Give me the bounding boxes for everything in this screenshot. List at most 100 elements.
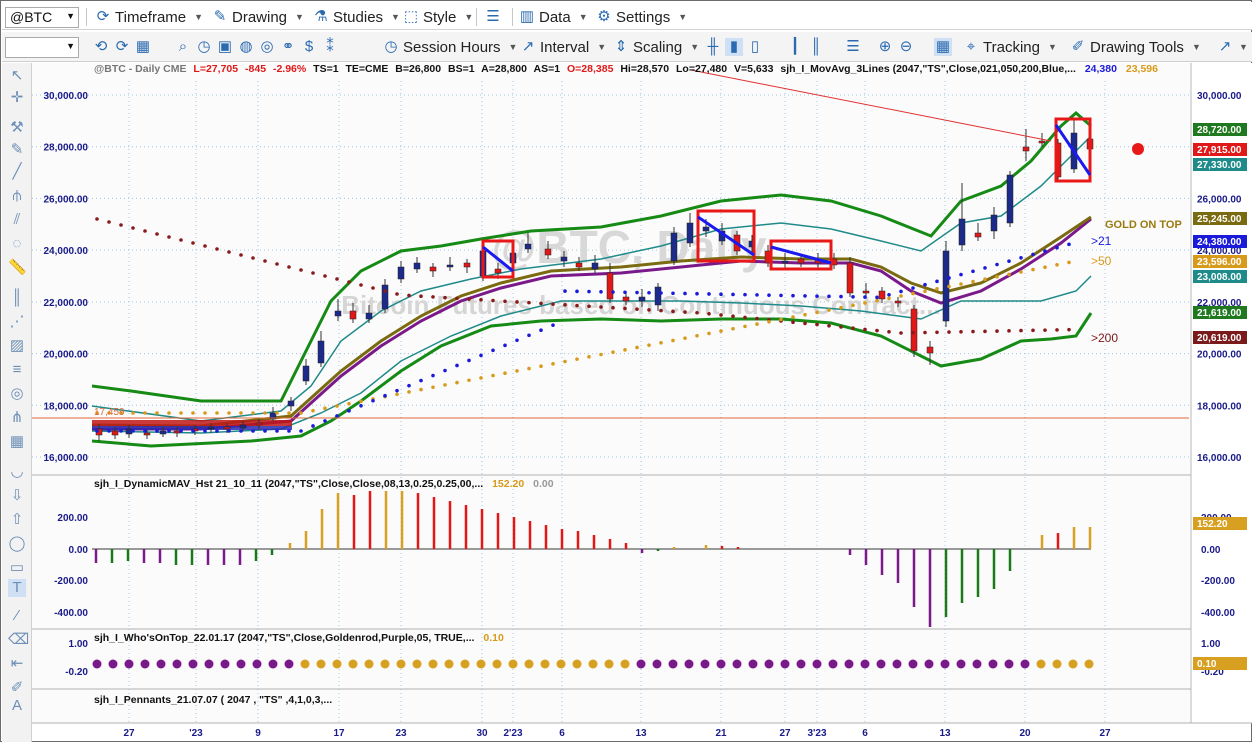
candle-body [575, 262, 583, 268]
ma50-dot [359, 399, 363, 404]
ma50-dot [803, 312, 807, 317]
whos-on-top-dot [268, 659, 278, 669]
ma21-dot [443, 368, 447, 373]
chart-canvas[interactable]: @BTC, Daily Bitcoin Futures based on Con… [1, 1, 1252, 743]
ma21-dot [167, 429, 171, 433]
ma21-dot [215, 429, 219, 433]
left-price-tick: 22,000.00 [44, 298, 89, 309]
ma200-dot [683, 310, 687, 314]
candle-body [159, 430, 167, 435]
ma200-dot [587, 304, 591, 309]
ma200-dot [287, 265, 291, 269]
ma21-dot [779, 293, 783, 298]
whos-on-top-dot [796, 659, 806, 669]
candle-body [463, 262, 471, 268]
date-tick: 27 [779, 728, 791, 739]
ma21-dot [815, 294, 819, 298]
ma21-dot [239, 429, 243, 433]
ma200-dot [1067, 327, 1071, 332]
mav-left-tick: 0.00 [69, 545, 89, 556]
ma21-dot [611, 290, 615, 294]
ma21-dot [347, 409, 351, 413]
ma50-dot [227, 411, 231, 415]
ma21-dot [407, 383, 411, 388]
whos-on-top-dot [812, 659, 822, 669]
date-tick: 6 [862, 728, 868, 739]
price-tag-label: 23,596.00 [1197, 257, 1242, 268]
ma200-dot [563, 303, 567, 307]
price-tag-label: 21,619.00 [1197, 308, 1242, 319]
ma50-dot [599, 352, 603, 357]
ma21-dot [755, 293, 759, 297]
ma200-dot [659, 308, 663, 313]
whos-on-top-dot [668, 659, 678, 669]
ma200-dot [491, 298, 495, 303]
ma21-dot [1043, 249, 1047, 253]
whos-on-top-dot [540, 659, 550, 669]
ma50-dot [431, 385, 435, 390]
ma200-dot [515, 300, 519, 304]
candle-body [302, 365, 310, 382]
candle-body [544, 248, 552, 256]
whos-on-top-dot [1020, 659, 1030, 669]
price-level-label: 17,459 [94, 407, 125, 418]
ma200-dot [1055, 328, 1059, 332]
whos-on-top-dot [428, 659, 438, 669]
ma21-dot [275, 429, 279, 433]
whos-on-top-dot [188, 659, 198, 669]
ma50-dot [479, 376, 483, 380]
whos-on-top-dot [252, 659, 262, 669]
ma21-dot [1055, 245, 1059, 250]
ma50-dot [263, 411, 267, 415]
ma50-dot [251, 411, 255, 415]
ma21-dot [575, 289, 579, 294]
ma21-dot [371, 398, 375, 403]
ma21-dot [959, 272, 963, 277]
ma21-dot [1031, 252, 1035, 257]
ma200-dot [959, 330, 963, 334]
ma21-dot [731, 292, 735, 297]
ma50-dot [731, 326, 735, 331]
ma200-dot [371, 286, 375, 290]
ma50-dot [947, 284, 951, 289]
pennants-title: sjh_I_Pennants_21.07.07 ( 2047 , "TS" ,4… [94, 694, 332, 706]
right-price-tick: 20,000.00 [1197, 350, 1242, 361]
ma200-dot [263, 259, 267, 263]
ma21-dot [419, 378, 423, 383]
ma200-dot [743, 315, 747, 320]
whos-on-top-dot [1068, 659, 1078, 669]
date-tick: 2'23 [503, 728, 523, 739]
ma50-label: >50 [1091, 254, 1112, 268]
right-price-tick: 30,000.00 [1197, 91, 1242, 102]
ma21-dot [1007, 259, 1011, 263]
ma50-dot [923, 289, 927, 294]
ma200-dot [1007, 329, 1011, 333]
ma21-dot [947, 276, 951, 280]
candle-body [606, 272, 614, 300]
ma21-dot [899, 289, 903, 294]
ma50-dot [779, 317, 783, 322]
whos-on-top-dot [604, 659, 614, 669]
alert-marker[interactable] [1132, 143, 1144, 155]
ma200-dot [155, 232, 159, 236]
ma21-dot [599, 290, 603, 294]
ma50-dot [863, 301, 867, 305]
candle-body [111, 430, 119, 436]
ma50-dot [239, 411, 243, 415]
ma21-dot [743, 292, 747, 297]
ma200-dot [815, 322, 819, 327]
whos-on-top-dot [460, 659, 470, 669]
whos-on-top-dot [764, 659, 774, 669]
ma50-dot [959, 282, 963, 286]
whos-on-top-dot [780, 659, 790, 669]
ma200-dot [755, 316, 759, 321]
ma21-dot [695, 291, 699, 296]
price-tag-label: 27,330.00 [1197, 160, 1242, 171]
whos-on-top-dot [140, 659, 150, 669]
date-tick: 3'23 [807, 728, 827, 739]
right-price-tick: 16,000.00 [1197, 453, 1242, 464]
price-tag-label: 23,008.00 [1197, 272, 1242, 283]
ma21-dot [119, 429, 123, 433]
whos-on-top-dot [956, 659, 966, 669]
candle-body [446, 264, 454, 268]
